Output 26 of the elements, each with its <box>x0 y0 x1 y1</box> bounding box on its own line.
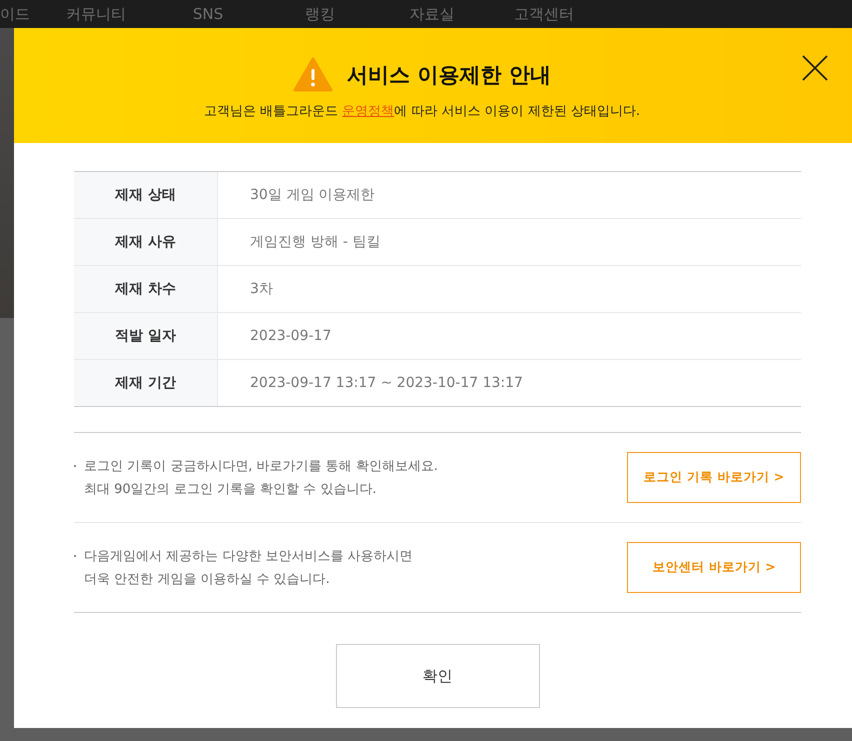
nav-link[interactable]: 커뮤니티 <box>40 4 152 24</box>
row-value: 2023-09-17 13:17 ~ 2023-10-17 13:17 <box>249 374 524 393</box>
notice-text: 다음게임에서 제공하는 다양한 보안서비스를 사용하시면 더욱 안전한 게임을 이용하실 수 있습니다. <box>74 544 413 590</box>
notice-text: 로그인 기록이 궁금하시다면, 바로가기를 통해 확인해보세요. 최대 90일간의 로그인 기록을 확인할 수 있습니다. <box>74 454 438 500</box>
row-value: 게임진행 방해 - 팀킬 <box>249 233 382 252</box>
row-value: 3차 <box>249 280 274 299</box>
dialog-subtitle: 고객님은 배틀그라운드 운영정책에 따라 서비스 이용이 제한된 상태입니다. <box>204 103 640 120</box>
policy-link[interactable]: 운영정책 <box>342 104 394 119</box>
nav-link[interactable]: 이드 <box>0 4 40 24</box>
shortcut-button[interactable]: 로그인 기록 바로가기 > <box>627 452 801 503</box>
row-label: 제재 사유 <box>74 219 218 265</box>
row-label: 적발 일자 <box>74 313 218 359</box>
close-button[interactable] <box>801 54 829 82</box>
row-value: 2023-09-17 <box>249 327 332 346</box>
dialog-title: 서비스 이용제한 안내 <box>347 62 551 88</box>
nav-link[interactable]: 랭킹 <box>264 4 376 24</box>
nav-link[interactable]: 자료실 <box>376 4 488 24</box>
row-label: 제재 상태 <box>74 172 218 218</box>
confirm-button[interactable]: 확인 <box>336 644 540 708</box>
warning-icon <box>293 57 334 92</box>
nav-link[interactable]: SNS <box>152 5 264 23</box>
row-value: 30일 게임 이용제한 <box>249 186 376 205</box>
row-label: 제재 차수 <box>74 266 218 312</box>
shortcut-button[interactable]: 보안센터 바로가기 > <box>627 542 801 593</box>
row-label: 제재 기간 <box>74 360 218 406</box>
nav-link[interactable]: 고객센터 <box>488 4 600 24</box>
